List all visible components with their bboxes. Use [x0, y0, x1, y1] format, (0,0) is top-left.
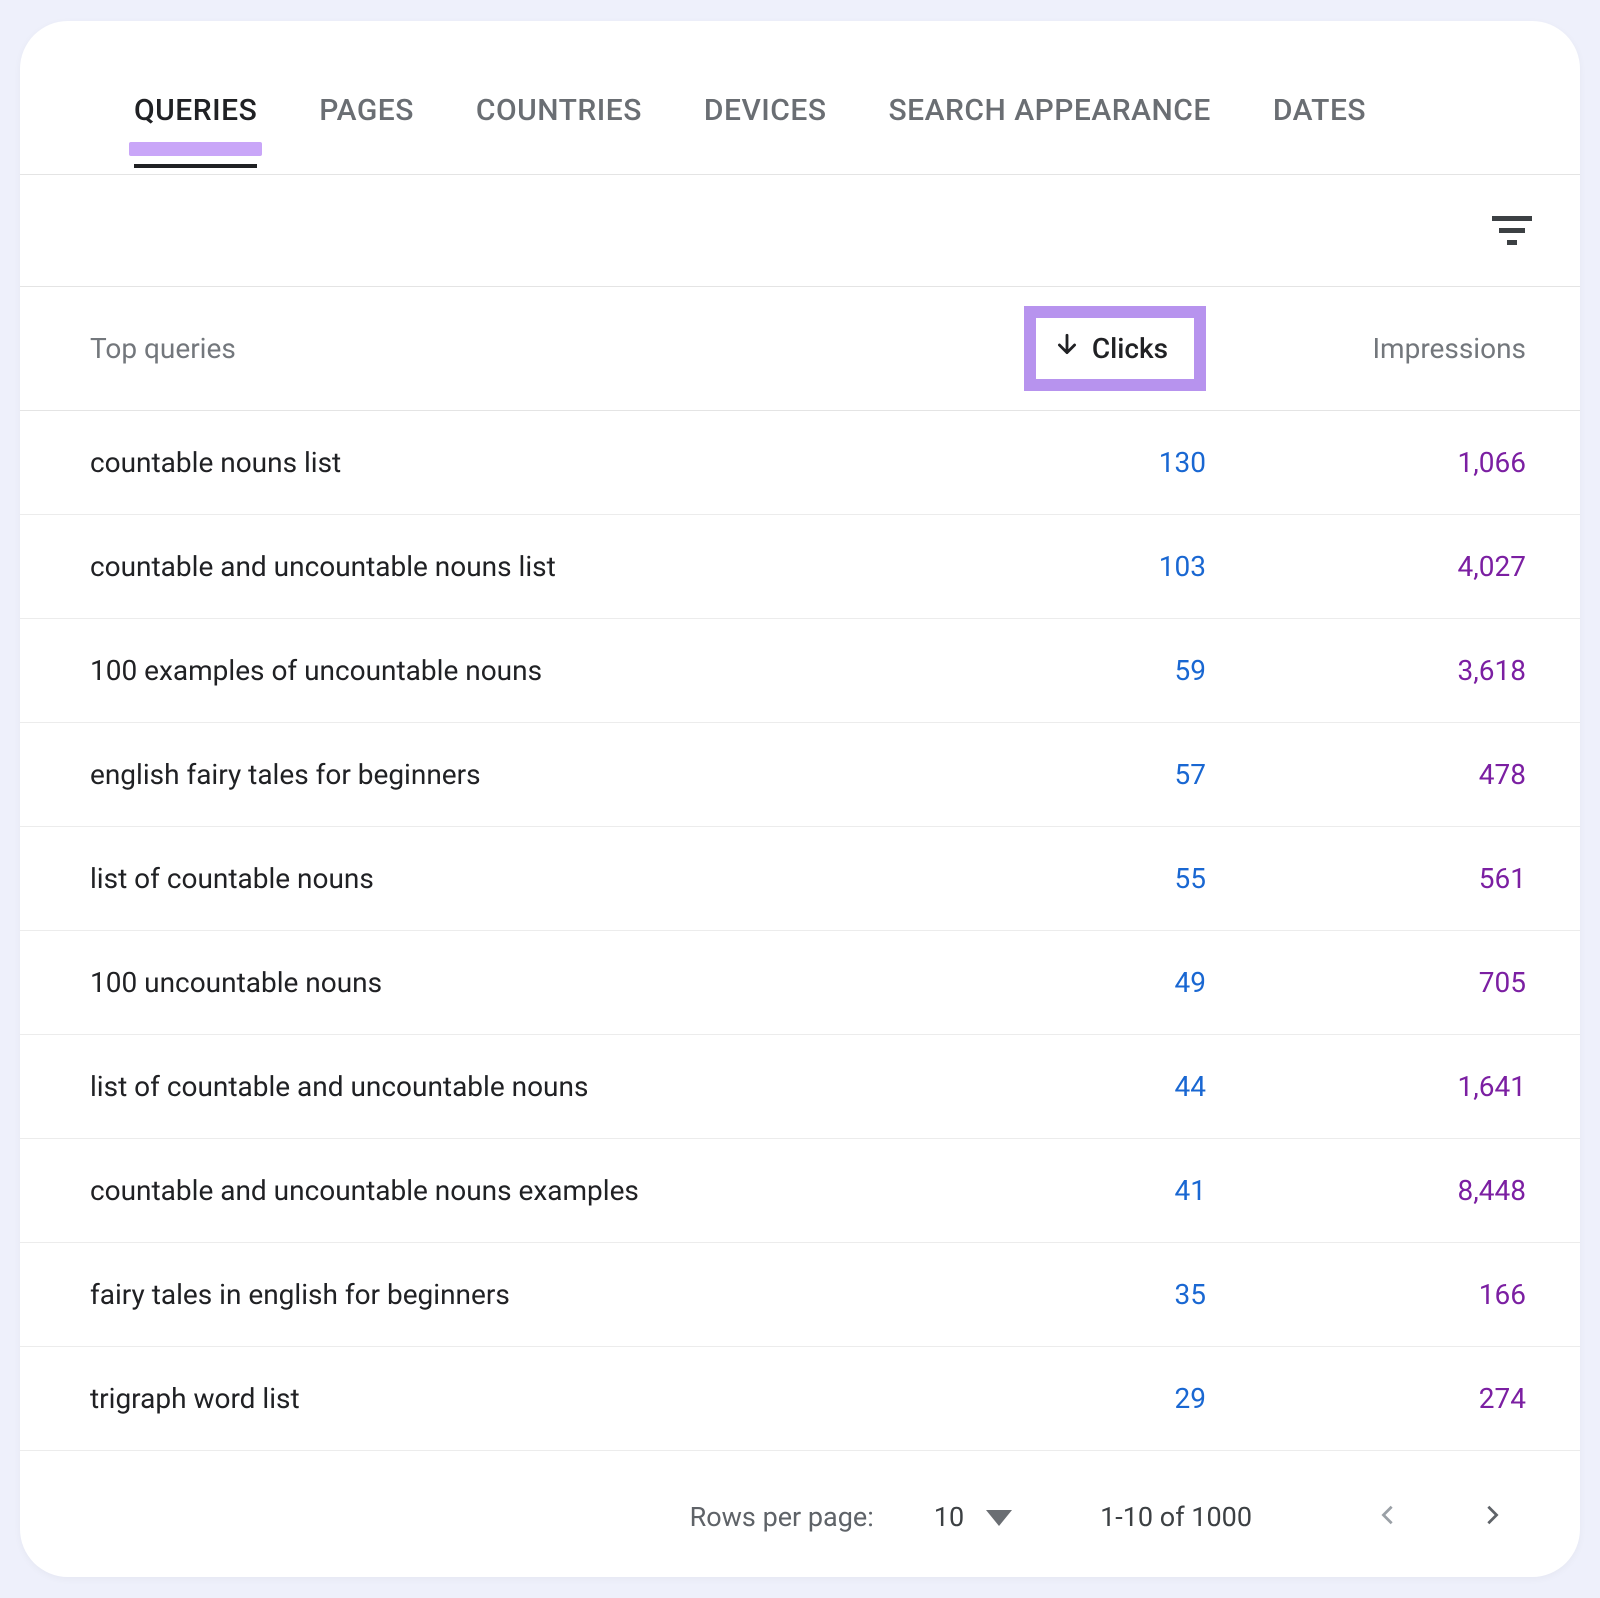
clicks-label: Clicks: [1092, 332, 1168, 365]
cell-query: list of countable nouns: [90, 862, 926, 895]
cell-impressions: 3,618: [1206, 654, 1526, 687]
cell-query: list of countable and uncountable nouns: [90, 1070, 926, 1103]
cell-clicks: 44: [926, 1070, 1206, 1103]
cell-clicks: 49: [926, 966, 1206, 999]
cell-impressions: 561: [1206, 862, 1526, 895]
cell-impressions: 1,066: [1206, 446, 1526, 479]
table-row[interactable]: 100 examples of uncountable nouns 59 3,6…: [20, 619, 1580, 723]
column-header-clicks[interactable]: Clicks: [1024, 306, 1206, 391]
cell-query: countable and uncountable nouns list: [90, 550, 926, 583]
cell-impressions: 274: [1206, 1382, 1526, 1415]
pagination: Rows per page: 10 1-10 of 1000: [20, 1457, 1580, 1577]
cell-clicks: 41: [926, 1174, 1206, 1207]
chevron-left-icon: [1377, 1501, 1399, 1533]
chevron-down-icon: [986, 1501, 1012, 1533]
cell-clicks: 35: [926, 1278, 1206, 1311]
cell-impressions: 8,448: [1206, 1174, 1526, 1207]
table-row[interactable]: countable and uncountable nouns examples…: [20, 1139, 1580, 1243]
tab-pages[interactable]: PAGES: [319, 65, 414, 168]
cell-clicks: 130: [926, 446, 1206, 479]
table-row[interactable]: 100 uncountable nouns 49 705: [20, 931, 1580, 1035]
tab-devices[interactable]: DEVICES: [704, 65, 827, 168]
cell-clicks: 103: [926, 550, 1206, 583]
chevron-right-icon: [1481, 1501, 1503, 1533]
cell-impressions: 705: [1206, 966, 1526, 999]
table-row[interactable]: trigraph word list 29 274: [20, 1347, 1580, 1451]
filter-bar: [20, 175, 1580, 287]
table-header: Top queries Clicks Impressions: [20, 287, 1580, 411]
table-row[interactable]: countable nouns list 130 1,066: [20, 411, 1580, 515]
table-row[interactable]: countable and uncountable nouns list 103…: [20, 515, 1580, 619]
cell-query: trigraph word list: [90, 1382, 926, 1415]
tab-search-appearance[interactable]: SEARCH APPEARANCE: [889, 65, 1211, 168]
cell-query: countable and uncountable nouns examples: [90, 1174, 926, 1207]
cell-query: english fairy tales for beginners: [90, 758, 926, 791]
tab-dates[interactable]: DATES: [1273, 65, 1366, 168]
rows-per-page-select[interactable]: 10: [934, 1501, 1012, 1533]
tab-queries[interactable]: QUERIES: [134, 65, 257, 168]
rows-per-page-label: Rows per page:: [690, 1501, 874, 1533]
column-header-top-queries[interactable]: Top queries: [90, 332, 926, 365]
table-row[interactable]: english fairy tales for beginners 57 478: [20, 723, 1580, 827]
cell-clicks: 55: [926, 862, 1206, 895]
cell-query: fairy tales in english for beginners: [90, 1278, 926, 1311]
tab-countries[interactable]: COUNTRIES: [476, 65, 642, 168]
cell-impressions: 478: [1206, 758, 1526, 791]
cell-clicks: 29: [926, 1382, 1206, 1415]
filter-icon[interactable]: [1492, 216, 1532, 246]
tabs: QUERIES PAGES COUNTRIES DEVICES SEARCH A…: [20, 21, 1580, 175]
table-body: countable nouns list 130 1,066 countable…: [20, 411, 1580, 1457]
cell-query: 100 examples of uncountable nouns: [90, 654, 926, 687]
table-row[interactable]: list of countable nouns 55 561: [20, 827, 1580, 931]
cell-clicks: 57: [926, 758, 1206, 791]
next-page-button[interactable]: [1464, 1489, 1520, 1545]
table-row[interactable]: fairy tales in english for beginners 35 …: [20, 1243, 1580, 1347]
cell-impressions: 166: [1206, 1278, 1526, 1311]
prev-page-button[interactable]: [1360, 1489, 1416, 1545]
page-range: 1-10 of 1000: [1100, 1501, 1252, 1533]
rows-per-page-value: 10: [934, 1501, 964, 1533]
cell-impressions: 1,641: [1206, 1070, 1526, 1103]
cell-query: countable nouns list: [90, 446, 926, 479]
queries-panel: QUERIES PAGES COUNTRIES DEVICES SEARCH A…: [20, 21, 1580, 1577]
column-header-impressions[interactable]: Impressions: [1206, 332, 1526, 365]
table-row[interactable]: list of countable and uncountable nouns …: [20, 1035, 1580, 1139]
arrow-down-icon: [1054, 332, 1080, 365]
cell-clicks: 59: [926, 654, 1206, 687]
cell-impressions: 4,027: [1206, 550, 1526, 583]
cell-query: 100 uncountable nouns: [90, 966, 926, 999]
